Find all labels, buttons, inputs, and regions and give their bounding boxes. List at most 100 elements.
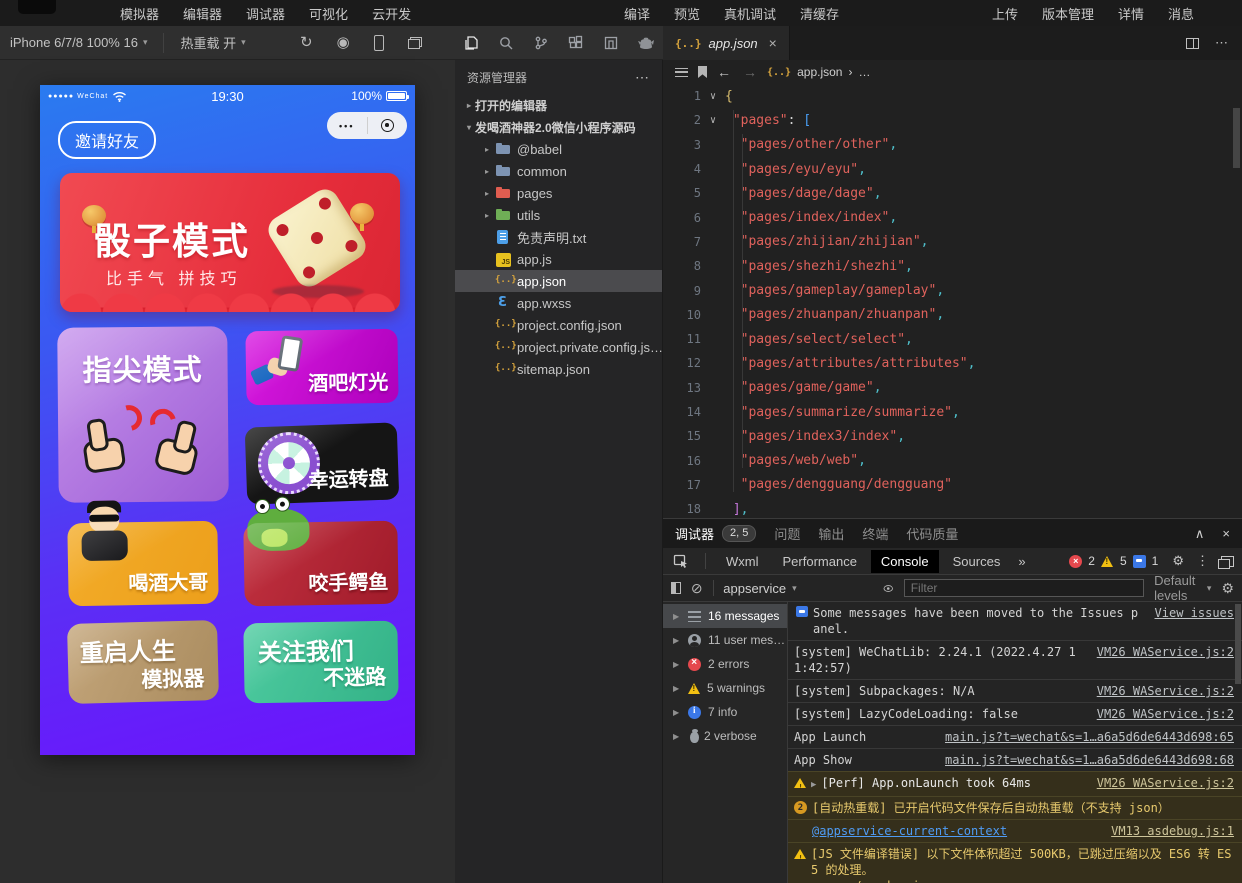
context-link[interactable]: @appservice-current-context — [812, 824, 1007, 838]
eye-icon[interactable] — [883, 583, 893, 594]
tile-bar-light[interactable]: 酒吧灯光 — [245, 329, 398, 406]
console-filter-row[interactable]: ▶ 5 warnings — [663, 676, 787, 700]
fold-icon[interactable]: ∨ — [701, 115, 725, 126]
breadcrumb-more[interactable]: … — [858, 65, 870, 79]
debugger-tab[interactable]: 代码质量 — [906, 524, 958, 543]
menu-item[interactable]: 编译 — [612, 0, 662, 27]
tile-fingertip-mode[interactable]: 指尖模式 — [57, 326, 229, 502]
source-control-icon[interactable] — [532, 34, 550, 52]
multi-window-icon[interactable] — [408, 37, 422, 49]
file-tree-item[interactable]: ▸ common — [455, 160, 662, 182]
tile-drinking-bro[interactable]: 喝酒大哥 — [67, 521, 218, 607]
devtools-tab[interactable]: Sources — [943, 550, 1011, 573]
record-icon[interactable]: ◉ — [337, 35, 350, 50]
close-icon[interactable]: × — [1222, 526, 1230, 542]
menu-item[interactable]: 详情 — [1106, 0, 1156, 27]
exit-target-icon[interactable] — [368, 119, 408, 132]
open-editors-section[interactable]: ▸ 打开的编辑器 — [455, 94, 662, 116]
project-root-section[interactable]: ▾ 发喝酒神器2.0微信小程序源码 — [455, 116, 662, 138]
more-menu-icon[interactable]: ••• — [327, 121, 367, 131]
file-tree-item[interactable]: project.config.json — [455, 314, 662, 336]
debugger-tab[interactable]: 终端 — [862, 524, 888, 543]
fold-icon[interactable]: ∨ — [701, 91, 725, 102]
invite-friends-button[interactable]: 邀请好友 — [58, 121, 156, 159]
more-actions-icon[interactable]: ⋯ — [1215, 35, 1228, 51]
menu-item[interactable]: 真机调试 — [712, 0, 788, 27]
search-icon[interactable] — [497, 34, 515, 52]
npm-layout-icon[interactable] — [602, 34, 620, 52]
source-link[interactable]: VM13 asdebug.js:1 — [1111, 823, 1234, 839]
devtools-tab[interactable]: Console — [871, 550, 939, 573]
dice-mode-banner[interactable]: 骰子模式 比手气 拼技巧 — [60, 173, 400, 312]
tile-restart-life[interactable]: 重启人生 模拟器 — [67, 620, 219, 704]
log-levels-dropdown[interactable]: Default levels ▾ — [1154, 573, 1211, 603]
files-icon[interactable] — [462, 34, 480, 52]
more-vertical-icon[interactable]: ⋮ — [1196, 553, 1209, 569]
inspect-element-icon[interactable] — [671, 552, 691, 570]
menu-item[interactable]: 模拟器 — [108, 0, 171, 27]
open-new-window-icon[interactable] — [1221, 556, 1234, 567]
gear-icon[interactable]: ⚙ — [1221, 580, 1234, 597]
source-link[interactable]: View issues — [1155, 605, 1234, 621]
console-filter-row[interactable]: ▶ 7 info — [663, 700, 787, 724]
tab-debugger[interactable]: 调试器 2, 5 — [675, 524, 756, 543]
filter-input[interactable] — [904, 579, 1144, 597]
menu-item[interactable]: 编辑器 — [171, 0, 234, 27]
source-link[interactable]: VM26 WAService.js:2 — [1097, 706, 1234, 722]
close-icon[interactable]: × — [769, 35, 777, 51]
menu-item[interactable]: 版本管理 — [1030, 0, 1106, 27]
overflow-tabs-icon[interactable]: » — [1014, 554, 1029, 569]
sidebar-toggle-icon[interactable] — [671, 582, 681, 594]
file-tree-item[interactable]: sitemap.json — [455, 358, 662, 380]
code-area[interactable]: 1 ∨ { 2 ∨ "pages": [ 3 "pages/other/othe… — [663, 84, 1242, 518]
file-tree-item[interactable]: ▸ @babel — [455, 138, 662, 160]
device-frame-icon[interactable] — [374, 35, 384, 51]
console-scrollbar[interactable] — [1235, 604, 1241, 684]
file-tree-item[interactable]: app.wxss — [455, 292, 662, 314]
menu-item[interactable]: 云开发 — [360, 0, 423, 27]
source-link[interactable]: main.js?t=wechat&s=1…a6a5d6de6443d698:68 — [945, 752, 1234, 768]
debugger-tab[interactable]: 问题 — [774, 524, 800, 543]
file-tree-item[interactable]: ▸ utils — [455, 204, 662, 226]
console-filter-row[interactable]: ▶ 2 verbose — [663, 724, 787, 748]
split-editor-icon[interactable] — [1186, 38, 1199, 49]
file-tree-item[interactable]: 免责声明.txt — [455, 226, 662, 248]
file-tree-item[interactable]: ▸ pages — [455, 182, 662, 204]
console-filter-row[interactable]: ▶ 11 user mes… — [663, 628, 787, 652]
menu-item[interactable]: 清缓存 — [788, 0, 851, 27]
tile-biting-crocodile[interactable]: 咬手鳄鱼 — [243, 521, 398, 607]
menu-item[interactable]: 上传 — [980, 0, 1030, 27]
source-link[interactable]: VM26 WAService.js:2 — [1097, 775, 1234, 791]
console-filter-row[interactable]: ▶ 2 errors — [663, 652, 787, 676]
collapse-icon[interactable]: ∧ — [1195, 526, 1205, 542]
file-tree-item[interactable]: project.private.config.js… — [455, 336, 662, 358]
tile-follow-us[interactable]: 关注我们 不迷路 — [243, 621, 398, 704]
source-link[interactable]: VM26 WAService.js:2 — [1097, 683, 1234, 699]
hot-reload-toggle[interactable]: 热重载 开▾ — [170, 33, 255, 52]
menu-item[interactable]: 调试器 — [234, 0, 297, 27]
file-tree-item[interactable]: app.json — [455, 270, 662, 292]
menu-item[interactable]: 可视化 — [297, 0, 360, 27]
teapot-icon[interactable] — [637, 34, 655, 52]
devtools-tab[interactable]: Performance — [773, 550, 867, 573]
forward-arrow-icon[interactable]: → — [743, 64, 757, 80]
more-actions-icon[interactable]: ⋯ — [635, 69, 650, 86]
gear-icon[interactable]: ⚙ — [1172, 553, 1184, 569]
context-selector[interactable]: appservice ▾ — [723, 581, 873, 596]
issue-counters[interactable]: ×2 5 1 — [1069, 554, 1158, 568]
breadcrumb-file[interactable]: {..} app.json › … — [767, 65, 870, 79]
bookmark-icon[interactable] — [698, 66, 707, 78]
clear-console-icon[interactable]: ⊘ — [691, 580, 703, 597]
menu-item[interactable]: 预览 — [662, 0, 712, 27]
expand-arrow-icon[interactable]: ▶ — [811, 777, 816, 793]
menu-item[interactable]: 消息 — [1156, 0, 1206, 27]
console-filter-row[interactable]: ▶ 16 messages — [663, 604, 787, 628]
back-arrow-icon[interactable]: ← — [717, 64, 731, 80]
tab-app-json[interactable]: {..} app.json × — [663, 26, 790, 60]
editor-scrollbar[interactable] — [1233, 108, 1240, 168]
source-link[interactable]: VM26 WAService.js:2 — [1097, 644, 1234, 660]
file-tree-item[interactable]: app.js — [455, 248, 662, 270]
source-link[interactable]: main.js?t=wechat&s=1…a6a5d6de6443d698:65 — [945, 729, 1234, 745]
devtools-tab[interactable]: Wxml — [716, 550, 769, 573]
extensions-icon[interactable] — [567, 34, 585, 52]
